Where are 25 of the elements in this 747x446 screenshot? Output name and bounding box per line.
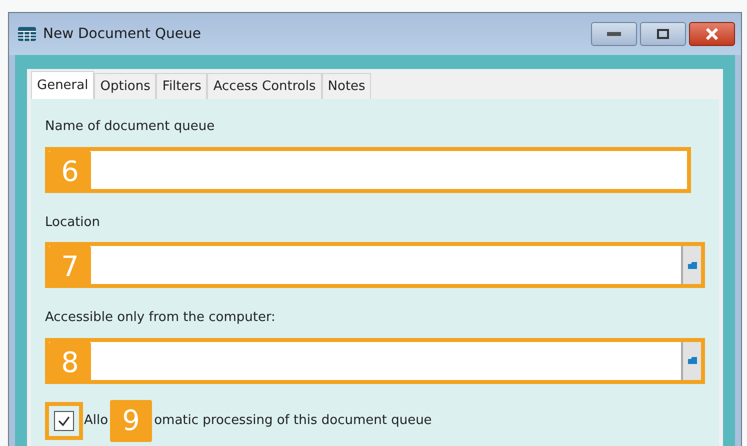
browse-button[interactable] [681, 246, 701, 284]
folder-icon [688, 262, 696, 268]
table-icon [17, 26, 37, 42]
tab[interactable]: Options [94, 73, 156, 99]
folder-icon [688, 357, 696, 364]
checkbox-label: omatic processing of this document queue [154, 412, 432, 430]
minimize-icon [607, 32, 621, 36]
close-button[interactable] [689, 22, 735, 46]
tab[interactable]: Notes [322, 73, 372, 99]
tab[interactable]: Access Controls [207, 73, 322, 99]
maximize-button[interactable] [640, 22, 686, 46]
browse-button[interactable] [681, 342, 701, 380]
close-icon [705, 28, 719, 40]
checkbox[interactable] [45, 402, 83, 440]
field-label: Location [45, 214, 101, 232]
minimize-button[interactable] [591, 22, 637, 46]
tab[interactable]: Filters [156, 73, 208, 99]
window-title: New Document Queue [43, 24, 201, 44]
checkmark-icon [57, 414, 71, 426]
field-label: Name of document queue [45, 118, 216, 136]
field-label: Accessible only from the computer: [45, 309, 276, 327]
tab[interactable]: General [31, 71, 94, 99]
callout-badge: 9 [110, 400, 152, 442]
maximize-icon [657, 29, 669, 39]
checkbox-label: Allo [84, 412, 108, 430]
